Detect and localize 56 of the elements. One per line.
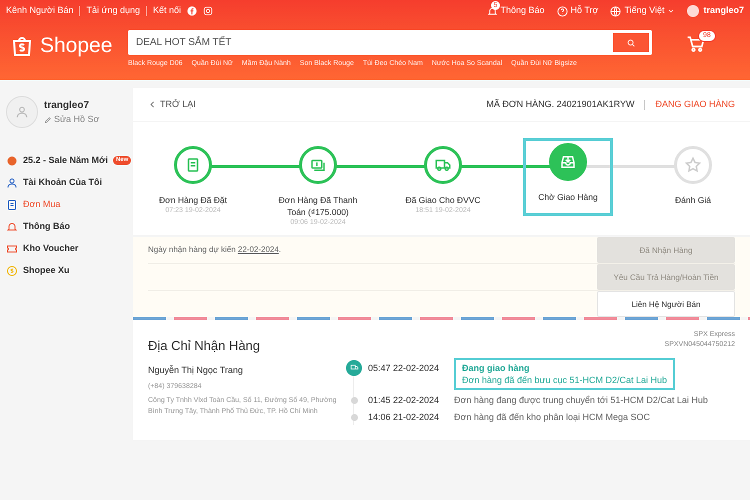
help-icon: [556, 6, 568, 16]
sidebar-item[interactable]: Đơn Mua: [6, 196, 133, 213]
top-link[interactable]: Kênh Người Bán: [6, 4, 74, 18]
back-link[interactable]: TRỞ LẠI: [148, 98, 196, 112]
clipboard-icon: [6, 198, 18, 210]
top-link[interactable]: Tiếng Việt: [624, 4, 664, 18]
tracking-event-text: Đơn hàng đang được trung chuyển tới 51-HCM D2/Cat Lai Hub: [454, 394, 708, 406]
top-link[interactable]: Thông Báo: [500, 4, 545, 18]
order-id: MÃ ĐƠN HÀNG. 24021901AK1RYW: [486, 98, 634, 111]
delivery-date-link[interactable]: 22-02-2024: [238, 245, 279, 254]
edit-profile-link[interactable]: Sửa Hồ Sơ: [44, 112, 100, 126]
person-icon: [15, 105, 29, 119]
recipient-name: Nguyễn Thị Ngọc Trang: [148, 364, 244, 377]
ticket-icon: [6, 242, 18, 254]
sidebar-item[interactable]: Shopee Xu: [6, 262, 133, 279]
search-field[interactable]: DEAL HOT SẮM TẾT: [128, 30, 610, 55]
username[interactable]: trangleo7: [703, 4, 744, 18]
sidebar-item[interactable]: Kho Voucher: [6, 240, 133, 257]
step-icon: [559, 153, 577, 171]
globe-icon: [610, 6, 622, 16]
search-icon: [626, 38, 636, 48]
truck-icon: [350, 363, 358, 372]
pencil-icon: [44, 116, 52, 124]
star-icon: [684, 156, 702, 174]
step-label: Đơn Hàng Đã Thanh Toán (₫175.000): [278, 194, 358, 218]
coin-icon: [6, 264, 18, 276]
order-status: ĐANG GIAO HÀNG: [655, 98, 735, 111]
action-button[interactable]: Liên Hệ Người Bán: [597, 291, 735, 317]
bell-icon: [486, 6, 498, 16]
address-title: Địa Chỉ Nhận Hàng: [148, 337, 260, 355]
top-link[interactable]: Tải ứng dụng: [86, 4, 140, 18]
person-icon: [6, 176, 18, 188]
instagram-icon: [203, 6, 214, 16]
chevron-left-icon: [148, 100, 157, 109]
tracking-event-title: Đang giao hàng: [462, 362, 530, 374]
step-label: Đã Giao Cho ĐVVC: [404, 194, 482, 206]
sidebar-item[interactable]: Thông Báo: [6, 218, 133, 235]
bell-icon: [6, 220, 18, 232]
step-label: Chờ Giao Hàng: [537, 191, 599, 203]
sidebar-item[interactable]: Tài Khoản Của Tôi: [6, 174, 133, 191]
avatar-icon: [687, 5, 700, 17]
facebook-icon: [187, 6, 198, 16]
caret-icon: [667, 7, 676, 15]
sidebar-username: trangleo7: [44, 98, 90, 113]
search-button[interactable]: [610, 30, 652, 55]
top-link[interactable]: Hỗ Trợ: [570, 4, 598, 18]
tracking-event-text: Đơn hàng đã đến bưu cục 51-HCM D2/Cat Lai Hub: [462, 374, 668, 386]
logo-text: Shopee: [40, 33, 112, 59]
tracking-event-text: Đơn hàng đã đến kho phân loại HCM Mega SOC: [454, 411, 650, 423]
expected-delivery-text: Ngày nhận hàng dự kiến 22-02-2024.: [148, 244, 282, 256]
top-link[interactable]: Kết nối: [153, 4, 182, 18]
tracking-time: 14:06 21-02-2024: [368, 411, 440, 424]
tracking-time: 01:45 22-02-2024: [368, 394, 440, 406]
tracking-time: 05:47 22-02-2024: [368, 362, 440, 374]
step-label: Đánh Giá: [674, 194, 712, 206]
step-label: Đơn Hàng Đã Đặt: [158, 194, 228, 206]
